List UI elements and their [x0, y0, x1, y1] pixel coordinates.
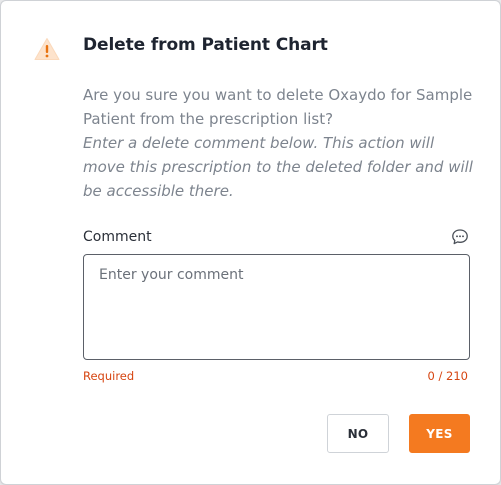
no-button[interactable]: NO	[327, 414, 389, 453]
comment-placeholder: Enter your comment	[99, 267, 244, 283]
dialog-title: Delete from Patient Chart	[83, 35, 328, 55]
yes-button[interactable]: YES	[409, 414, 470, 453]
confirm-question: Are you sure you want to delete Oxaydo f…	[83, 86, 473, 128]
comment-bubble-icon[interactable]	[451, 228, 469, 246]
warning-icon	[34, 38, 60, 60]
dialog-message: Are you sure you want to delete Oxaydo f…	[83, 83, 473, 203]
character-counter: 0 / 210	[427, 369, 468, 383]
instruction-text: Enter a delete comment below. This actio…	[83, 134, 473, 200]
required-message: Required	[83, 369, 135, 383]
comment-textarea[interactable]: Enter your comment	[83, 254, 470, 360]
comment-label: Comment	[83, 229, 152, 245]
delete-dialog: Delete from Patient Chart Are you sure y…	[0, 0, 501, 485]
